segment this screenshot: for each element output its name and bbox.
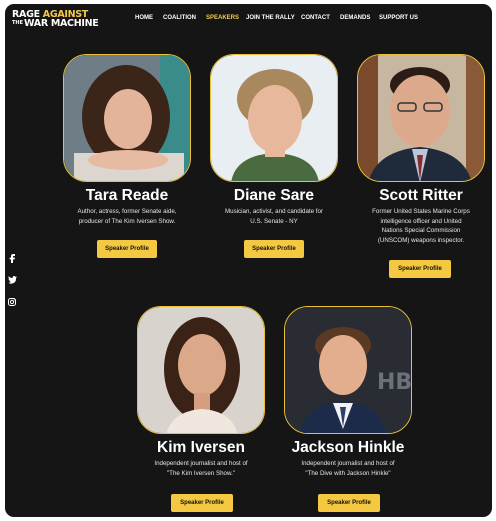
speaker-name: Kim Iversen	[157, 439, 245, 456]
nav-join-the-rally[interactable]: JOIN THE RALLY	[246, 15, 295, 21]
speaker-photo[interactable]	[210, 54, 338, 182]
speaker-description: Former United States Marine Corps intelli…	[372, 208, 470, 244]
speaker-name: Scott Ritter	[379, 187, 463, 204]
speaker-profile-button[interactable]: Speaker Profile	[97, 240, 157, 258]
speaker-profile-button[interactable]: Speaker Profile	[171, 494, 233, 512]
speaker-description: Independent journalist and host of "The D…	[301, 460, 395, 477]
svg-text:HBO: HBO	[377, 370, 412, 395]
nav-support-us[interactable]: SUPPORT US	[379, 15, 418, 21]
speaker-photo[interactable]	[63, 54, 191, 182]
speaker-name: Jackson Hinkle	[291, 439, 405, 456]
nav-coalition[interactable]: COALITION	[163, 15, 196, 21]
twitter-icon[interactable]	[8, 276, 17, 284]
speaker-photo[interactable]: HBO	[284, 306, 412, 434]
speaker-photo[interactable]	[137, 306, 265, 434]
instagram-icon[interactable]	[8, 298, 16, 306]
page-frame: RAGE AGAINST THEWAR MACHINE HOME COALITI…	[5, 4, 492, 517]
speaker-photo[interactable]	[357, 54, 485, 182]
speaker-description: Author, actress, former Senate aide, prod…	[77, 208, 177, 225]
main-nav: HOME COALITION SPEAKERS JOIN THE RALLY C…	[5, 15, 492, 25]
speaker-name: Diane Sare	[233, 187, 315, 204]
speaker-profile-button[interactable]: Speaker Profile	[389, 260, 451, 278]
nav-speakers[interactable]: SPEAKERS	[206, 15, 239, 21]
speaker-name: Tara Reade	[85, 187, 169, 204]
speaker-description: Musician, activist, and candidate for U.S…	[224, 208, 324, 225]
nav-home[interactable]: HOME	[135, 15, 153, 21]
nav-demands[interactable]: DEMANDS	[340, 15, 370, 21]
facebook-icon[interactable]	[8, 254, 16, 263]
speaker-profile-button[interactable]: Speaker Profile	[244, 240, 304, 258]
speaker-description: Independent journalist and host of "The K…	[154, 460, 248, 477]
nav-contact[interactable]: CONTACT	[301, 15, 330, 21]
speaker-profile-button[interactable]: Speaker Profile	[318, 494, 380, 512]
